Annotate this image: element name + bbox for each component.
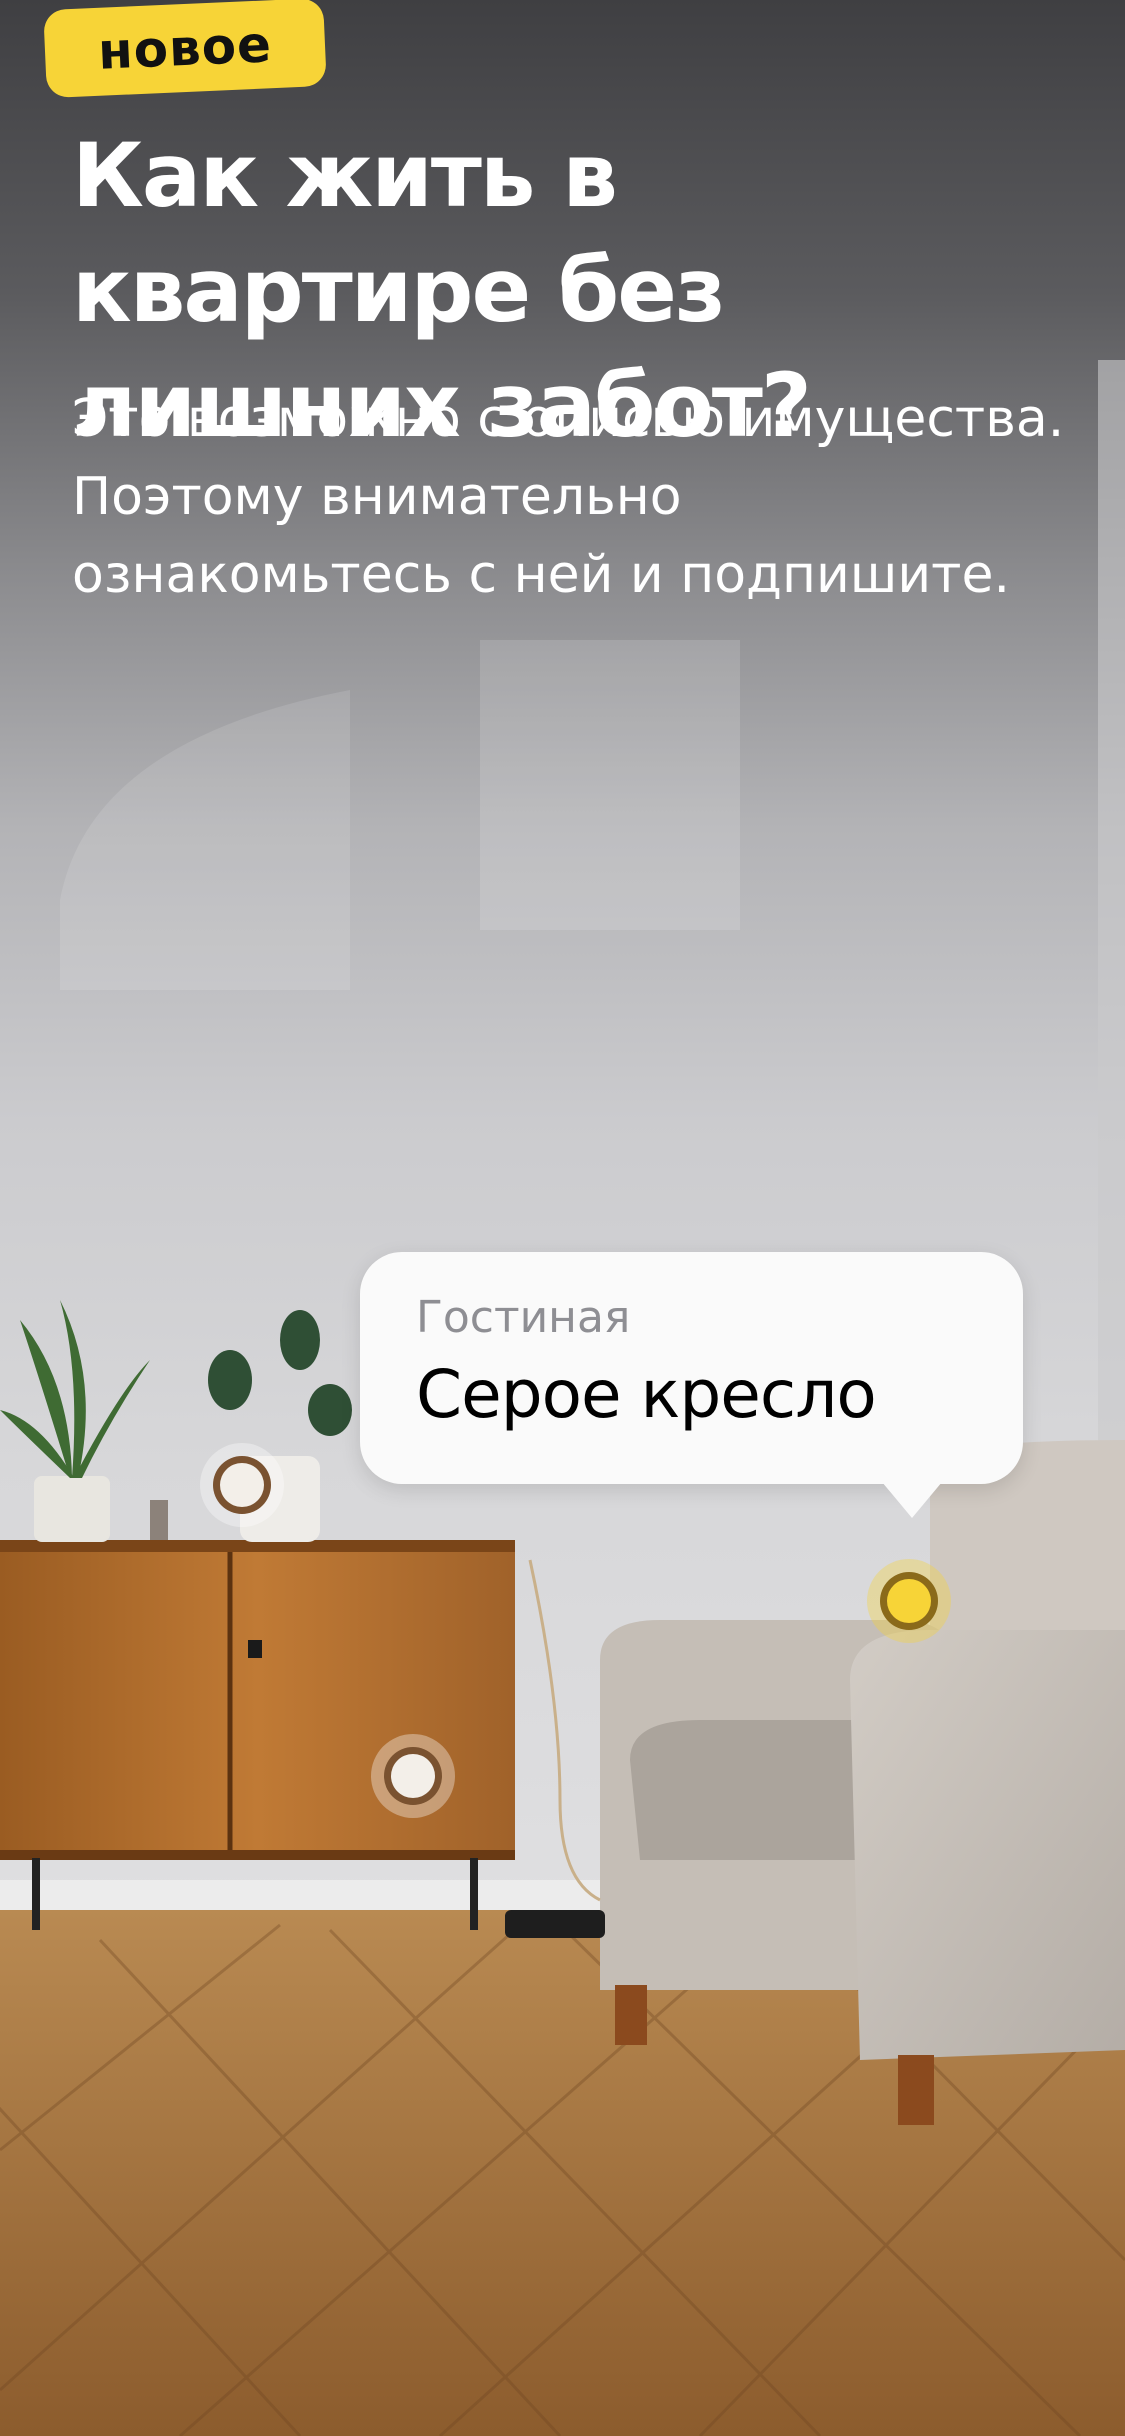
new-badge-label: новое	[96, 15, 274, 81]
page-subtitle: Это возможно с описью имущества. Поэтому…	[72, 389, 1065, 605]
new-badge: новое	[43, 0, 327, 99]
item-tooltip[interactable]: Гостиная Серое кресло	[360, 1252, 1023, 1518]
tooltip-item-name: Серое кресло	[416, 1356, 877, 1433]
hotspot-armchair[interactable]	[867, 1559, 951, 1643]
hotspot-plant[interactable]	[200, 1443, 284, 1527]
tooltip-room-label: Гостиная	[416, 1292, 631, 1343]
hotspot-cabinet[interactable]	[371, 1734, 455, 1818]
